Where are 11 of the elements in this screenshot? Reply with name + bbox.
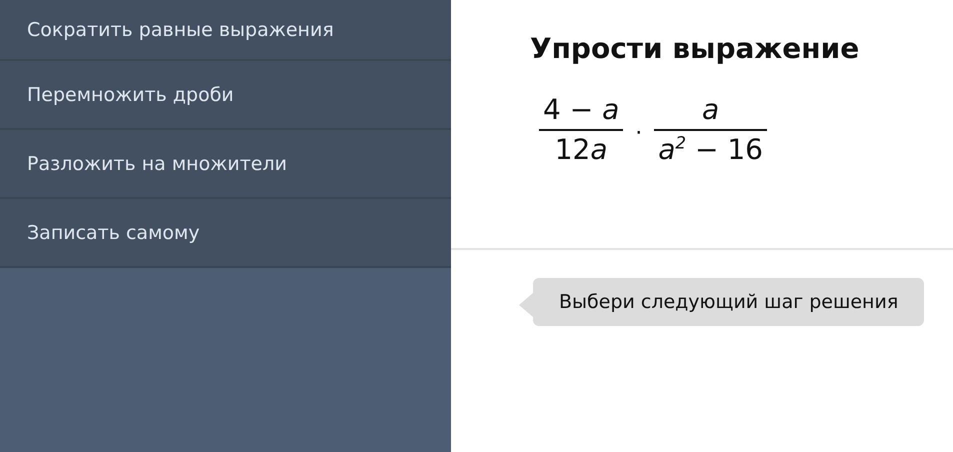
hint-bubble: Выбери следующий шаг решения <box>533 278 924 326</box>
menu-item[interactable]: Записать самому <box>0 199 451 268</box>
menu-item[interactable]: Перемножить дроби <box>0 61 451 130</box>
multiply-sign: · <box>635 120 642 146</box>
fraction-numerator: 4 − a <box>539 91 624 131</box>
fraction-denominator: a$^{2}$ − 16 <box>657 132 764 168</box>
menu-item[interactable]: Разложить на множители <box>0 130 451 199</box>
task-title: Упрости выражение <box>530 32 860 65</box>
fraction-denominator: 12a <box>554 132 609 168</box>
fraction-numerator: a <box>654 91 767 131</box>
menu-item[interactable]: Сократить равные выражения <box>0 0 451 61</box>
